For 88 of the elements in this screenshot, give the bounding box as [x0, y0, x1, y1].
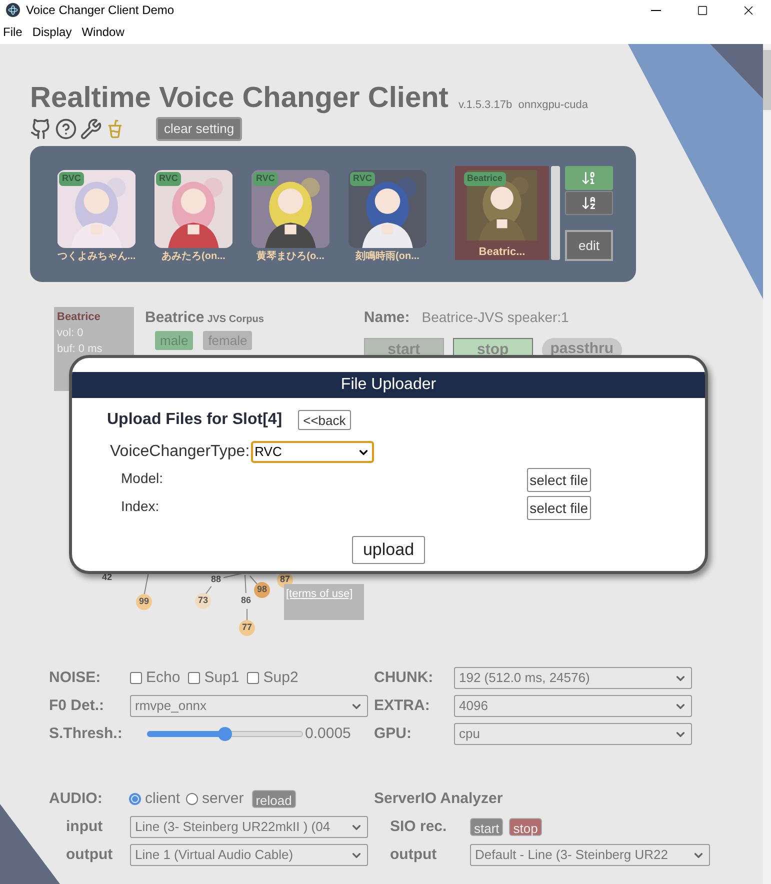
upload-button[interactable]: upload	[352, 536, 426, 564]
sort-button[interactable]	[565, 191, 613, 215]
speaker-name: Beatrice-JVS speaker:1	[422, 308, 569, 327]
analyzer-output-select[interactable]: Default - Line (3- Steinberg UR22	[470, 844, 710, 866]
dialog-title: File Uploader	[340, 375, 436, 395]
checkbox[interactable]	[247, 672, 260, 684]
wrench-icon[interactable]	[80, 118, 102, 140]
checkbox[interactable]	[130, 672, 142, 684]
sort-button[interactable]	[565, 166, 613, 190]
upload-heading: Upload Files for Slot[4]	[107, 410, 282, 430]
model-slot[interactable]: RVC あみたろ(on...	[154, 170, 233, 264]
model-subtitle: JVS Corpus	[207, 313, 264, 327]
setting-label: EXTRA:	[374, 696, 431, 716]
setting-label: CHUNK:	[374, 668, 434, 688]
file-label: Index:	[121, 497, 160, 516]
reload-button[interactable]: reload	[252, 790, 296, 808]
checkbox-label: Sup1	[204, 668, 240, 688]
file-label: Model:	[121, 469, 164, 488]
checkbox-label: Sup2	[263, 668, 298, 688]
setting-label: output	[389, 844, 438, 865]
help-icon[interactable]	[55, 118, 77, 140]
checkbox[interactable]	[188, 672, 200, 684]
threshold-value: 0.0005	[305, 724, 351, 744]
model-type-badge: RVC	[253, 172, 278, 186]
slot-name: 刻鳴時雨(on...	[356, 250, 420, 264]
record-button[interactable]: stop	[509, 818, 542, 836]
app-title: Realtime Voice Changer Client	[30, 81, 448, 115]
graph-edge	[250, 576, 258, 584]
type-label: VoiceChangerType:	[110, 442, 250, 462]
model-name: Beatrice	[145, 308, 204, 328]
section-title: ServerIO Analyzer	[374, 788, 503, 809]
chunk-select[interactable]: 192 (512.0 ms, 24576)	[454, 667, 692, 689]
select-file-button[interactable]: select file	[526, 496, 591, 520]
extra-select[interactable]: 4096	[454, 695, 692, 717]
slot-name: つくよみちゃん...	[57, 250, 136, 264]
model-slot[interactable]: RVC 黄琴まひろ(o...	[251, 170, 330, 264]
slot-name: Beatric...	[478, 244, 526, 260]
setting-label: NOISE:	[49, 668, 102, 688]
edit-button[interactable]: edit	[565, 230, 613, 261]
radio-button[interactable]	[186, 793, 198, 805]
scrollbar[interactable]	[551, 166, 560, 260]
model-type-badge: RVC	[59, 172, 84, 186]
menu-item[interactable]: Window	[82, 23, 124, 41]
model-slot[interactable]: RVC つくよみちゃん...	[57, 170, 136, 264]
window-title: Voice Changer Client Demo	[26, 2, 174, 19]
radio-button[interactable]	[129, 793, 141, 805]
sort-numeric-icon	[581, 170, 597, 186]
graph-edge	[204, 584, 214, 596]
f0-detector-select[interactable]: rmvpe_onnx	[130, 695, 368, 717]
setting-label: F0 Det.:	[49, 696, 106, 716]
corner-triangle	[710, 44, 763, 99]
clear-setting-button[interactable]: clear setting	[156, 117, 242, 141]
voice-changer-type-select[interactable]: RVC	[250, 441, 374, 463]
threshold-slider[interactable]	[147, 726, 303, 742]
menu-item[interactable]: Display	[32, 23, 72, 41]
audio-output-select[interactable]: Line 1 (Virtual Audio Cable)	[130, 844, 368, 866]
checkbox-label: Echo	[146, 668, 180, 688]
model-type-badge: Beatrice	[464, 172, 506, 186]
model-slot[interactable]: RVC 刻鳴時雨(on...	[348, 170, 427, 264]
setting-label: AUDIO:	[49, 788, 104, 809]
speaker-label: Name:	[364, 308, 410, 328]
status-model: Beatrice	[57, 310, 102, 325]
github-icon[interactable]	[30, 118, 52, 140]
slot-name: あみたろ(on...	[162, 250, 226, 264]
sort-alpha-icon	[581, 195, 597, 211]
audio-input-select[interactable]: Line (3- Steinberg UR22mkII ) (04	[130, 816, 368, 838]
setting-label: GPU:	[374, 724, 412, 744]
radio-label: server	[202, 788, 244, 809]
gpu-select[interactable]: cpu	[454, 723, 692, 745]
model-slot[interactable]: Beatrice Beatric...	[455, 166, 549, 260]
app-logo-icon	[6, 3, 20, 17]
setting-label: input	[65, 816, 104, 837]
terms-link[interactable]: [terms of use]	[286, 588, 353, 600]
record-button[interactable]: start	[470, 818, 504, 836]
graph-edge	[246, 606, 248, 622]
select-file-button[interactable]: select file	[526, 468, 591, 492]
setting-label: output	[65, 844, 114, 865]
back-button[interactable]: <<back	[298, 410, 351, 430]
page-scrollbar[interactable]	[763, 44, 771, 884]
radio-label: client	[145, 788, 180, 809]
setting-label: S.Thresh.:	[49, 724, 124, 744]
setting-label: SIO rec.	[389, 816, 448, 837]
menu-item[interactable]: File	[3, 23, 22, 41]
model-type-badge: RVC	[156, 172, 181, 186]
version-label: v.1.5.3.17b onnxgpu-cuda	[458, 98, 588, 112]
maximize-icon	[696, 4, 708, 16]
model-type-badge: RVC	[350, 172, 375, 186]
slot-name: 黄琴まひろ(o...	[256, 250, 324, 264]
